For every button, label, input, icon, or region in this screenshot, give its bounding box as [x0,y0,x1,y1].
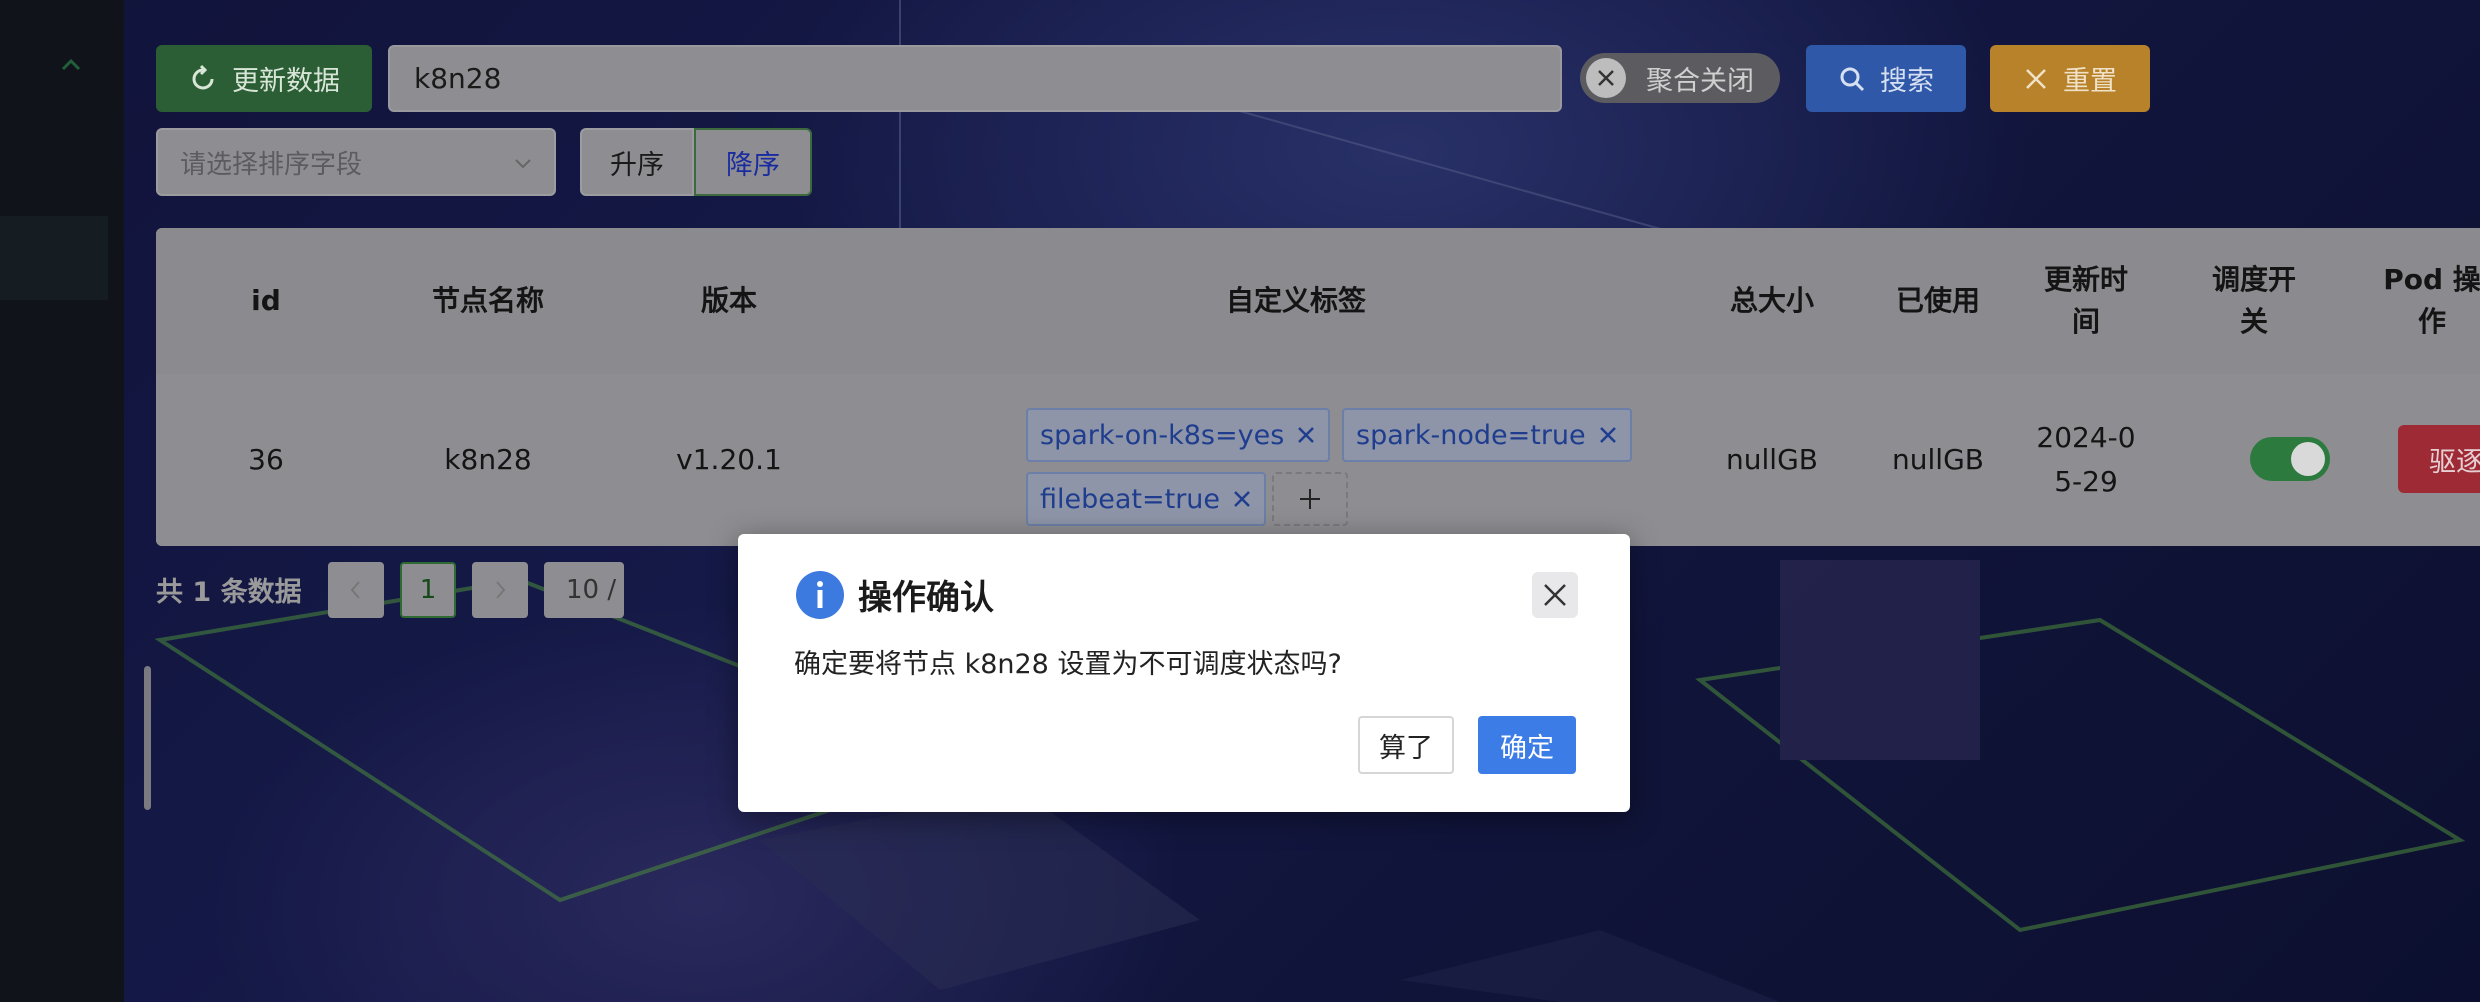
label-tag: filebeat=true [1026,472,1267,526]
evict-button[interactable]: 驱逐 [2398,425,2480,493]
main-content: 更新数据 k8n28 聚合关闭 搜索 重置 请选择排序字段 升序 降序 id 节… [124,0,2480,1002]
close-icon [2026,68,2046,89]
schedulable-switch-knob [2291,442,2325,476]
page-size-select[interactable]: 10 / [544,562,624,618]
close-icon [1598,70,1614,86]
label-tag: spark-on-k8s=yes [1026,408,1331,462]
sort-desc-button[interactable]: 降序 [694,128,812,196]
cell-total: nullGB [1726,443,1818,476]
column-header-schedulable[interactable]: 调度开关 [2204,228,2304,374]
node-table: id 节点名称 版本 自定义标签 总大小 已使用 更新时间 调度开关 Pod 操… [156,228,2480,546]
close-icon[interactable] [1232,489,1252,509]
dialog-title: 操作确认 [858,578,994,618]
next-page-button[interactable] [472,562,528,618]
cell-name: k8n28 [444,443,532,476]
dialog-close-button[interactable] [1532,572,1578,618]
label-tag-text: spark-node=true [1356,419,1586,451]
merge-toggle-knob [1586,58,1626,98]
column-header-name[interactable]: 节点名称 [372,228,604,374]
sort-field-placeholder: 请选择排序字段 [180,149,363,180]
prev-page-button[interactable] [328,562,384,618]
add-label-button[interactable] [1272,472,1348,526]
refresh-data-button[interactable]: 更新数据 [156,45,372,112]
search-input-value: k8n28 [414,62,502,95]
cell-version: v1.20.1 [676,443,782,476]
info-glyph [817,581,823,608]
column-header-labels[interactable]: 自定义标签 [896,228,1696,374]
column-header-used[interactable]: 已使用 [1858,228,2018,374]
close-icon[interactable] [1598,425,1618,445]
search-input[interactable]: k8n28 [388,45,1562,112]
search-icon [1840,67,1865,91]
reset-button-label: 重置 [2063,66,2117,97]
close-icon[interactable] [1296,425,1316,445]
column-header-pod-ops[interactable]: Pod 操作 [2372,228,2480,374]
label-tag-text: spark-on-k8s=yes [1040,419,1285,451]
chevron-right-icon [496,581,506,599]
cell-used: nullGB [1892,443,1984,476]
column-header-total[interactable]: 总大小 [1692,228,1852,374]
plus-icon [1300,489,1320,509]
chevron-down-icon [515,159,531,169]
refresh-icon [192,64,214,89]
info-icon [796,571,844,619]
dialog-message: 确定要将节点 k8n28 设置为不可调度状态吗? [794,649,1342,680]
cell-updated: 2024-05-29 [2036,421,2136,498]
column-header-id[interactable]: id [196,228,336,374]
reset-button[interactable]: 重置 [1990,45,2150,112]
column-header-version[interactable]: 版本 [622,228,836,374]
search-button-label: 搜索 [1880,66,1934,97]
sort-asc-button[interactable]: 升序 [580,128,694,196]
page-number[interactable]: 1 [400,562,456,618]
cell-id: 36 [248,443,284,476]
refresh-data-label: 更新数据 [232,66,340,97]
close-icon [1544,584,1566,606]
search-button[interactable]: 搜索 [1806,45,1966,112]
cancel-button[interactable]: 算了 [1358,716,1454,774]
confirm-button[interactable]: 确定 [1478,716,1576,774]
table-header: id 节点名称 版本 自定义标签 总大小 已使用 更新时间 调度开关 Pod 操… [156,228,2480,374]
total-count: 共 1 条数据 [156,577,302,608]
confirm-dialog: 操作确认 确定要将节点 k8n28 设置为不可调度状态吗? 算了 确定 [738,534,1630,812]
table-row: 36 k8n28 v1.20.1 spark-on-k8s=yes spark-… [156,374,2480,546]
column-header-updated[interactable]: 更新时间 [2036,228,2136,374]
chevron-left-icon [350,581,360,599]
label-tag: spark-node=true [1342,408,1632,462]
schedulable-switch[interactable] [2250,437,2330,481]
merge-toggle-label: 聚合关闭 [1646,65,1754,97]
sort-field-select[interactable]: 请选择排序字段 [156,128,556,196]
scrollbar[interactable] [144,666,151,810]
merge-toggle[interactable]: 聚合关闭 [1580,53,1780,103]
label-tag-text: filebeat=true [1040,483,1221,515]
